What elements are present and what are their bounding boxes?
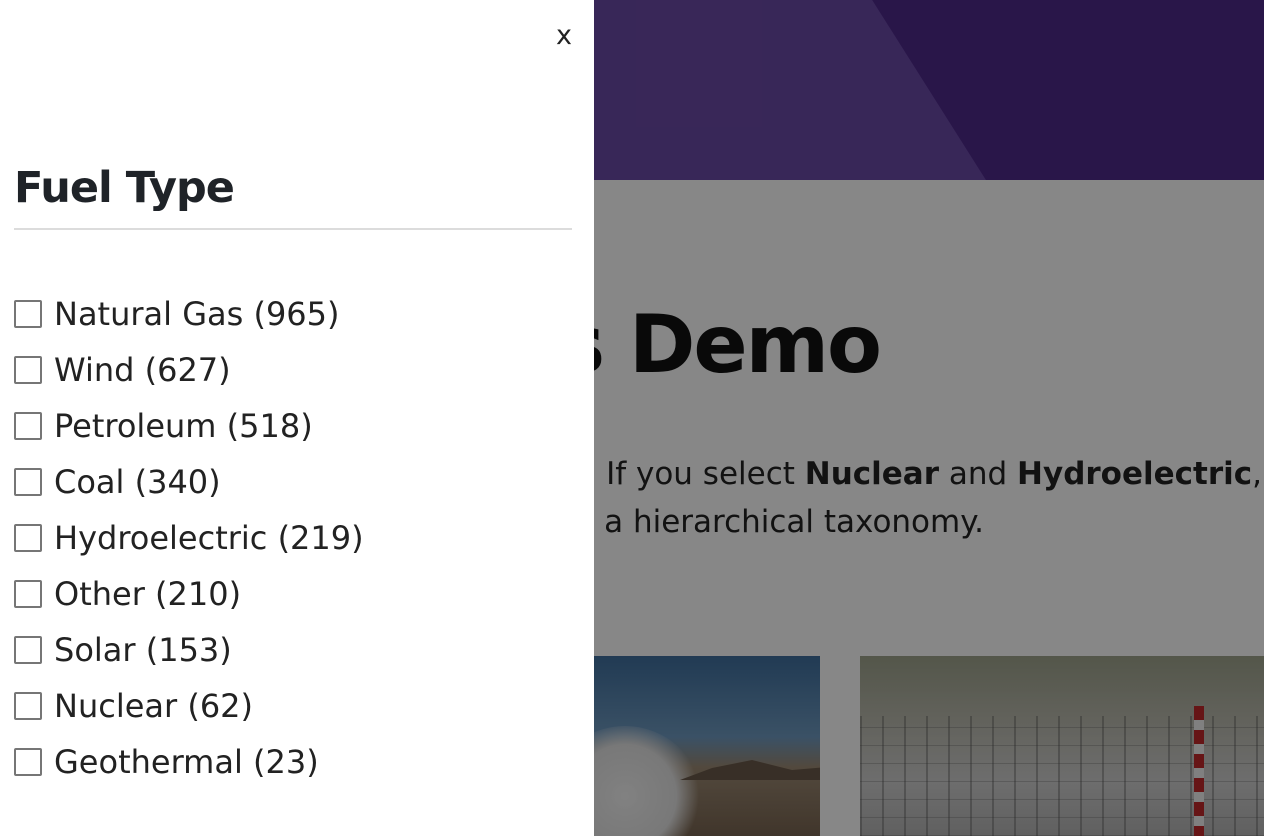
drawer-divider (14, 228, 572, 230)
drawer-title: Fuel Type (14, 163, 235, 213)
checkbox[interactable] (14, 580, 42, 608)
facet-label: Geothermal (23) (54, 743, 319, 781)
facet-item-nuclear[interactable]: Nuclear (62) (14, 678, 574, 734)
facet-list: Natural Gas (965) Wind (627) Petroleum (… (14, 286, 574, 790)
facet-label: Natural Gas (965) (54, 295, 340, 333)
facet-label: Solar (153) (54, 631, 232, 669)
facet-item-geothermal[interactable]: Geothermal (23) (14, 734, 574, 790)
facet-label: Wind (627) (54, 351, 231, 389)
filter-drawer: x Fuel Type Natural Gas (965) Wind (627)… (0, 0, 594, 836)
facet-item-petroleum[interactable]: Petroleum (518) (14, 398, 574, 454)
facet-item-solar[interactable]: Solar (153) (14, 622, 574, 678)
checkbox[interactable] (14, 468, 42, 496)
facet-label: Coal (340) (54, 463, 221, 501)
facet-item-other[interactable]: Other (210) (14, 566, 574, 622)
checkbox[interactable] (14, 692, 42, 720)
checkbox[interactable] (14, 748, 42, 776)
checkbox[interactable] (14, 356, 42, 384)
facet-item-wind[interactable]: Wind (627) (14, 342, 574, 398)
facet-item-natural-gas[interactable]: Natural Gas (965) (14, 286, 574, 342)
checkbox[interactable] (14, 300, 42, 328)
facet-label: Hydroelectric (219) (54, 519, 364, 557)
checkbox[interactable] (14, 412, 42, 440)
close-button[interactable]: x (546, 16, 582, 56)
facet-item-hydroelectric[interactable]: Hydroelectric (219) (14, 510, 574, 566)
checkbox[interactable] (14, 636, 42, 664)
facet-item-coal[interactable]: Coal (340) (14, 454, 574, 510)
checkbox[interactable] (14, 524, 42, 552)
facet-label: Petroleum (518) (54, 407, 313, 445)
facet-label: Other (210) (54, 575, 242, 613)
facet-label: Nuclear (62) (54, 687, 254, 725)
